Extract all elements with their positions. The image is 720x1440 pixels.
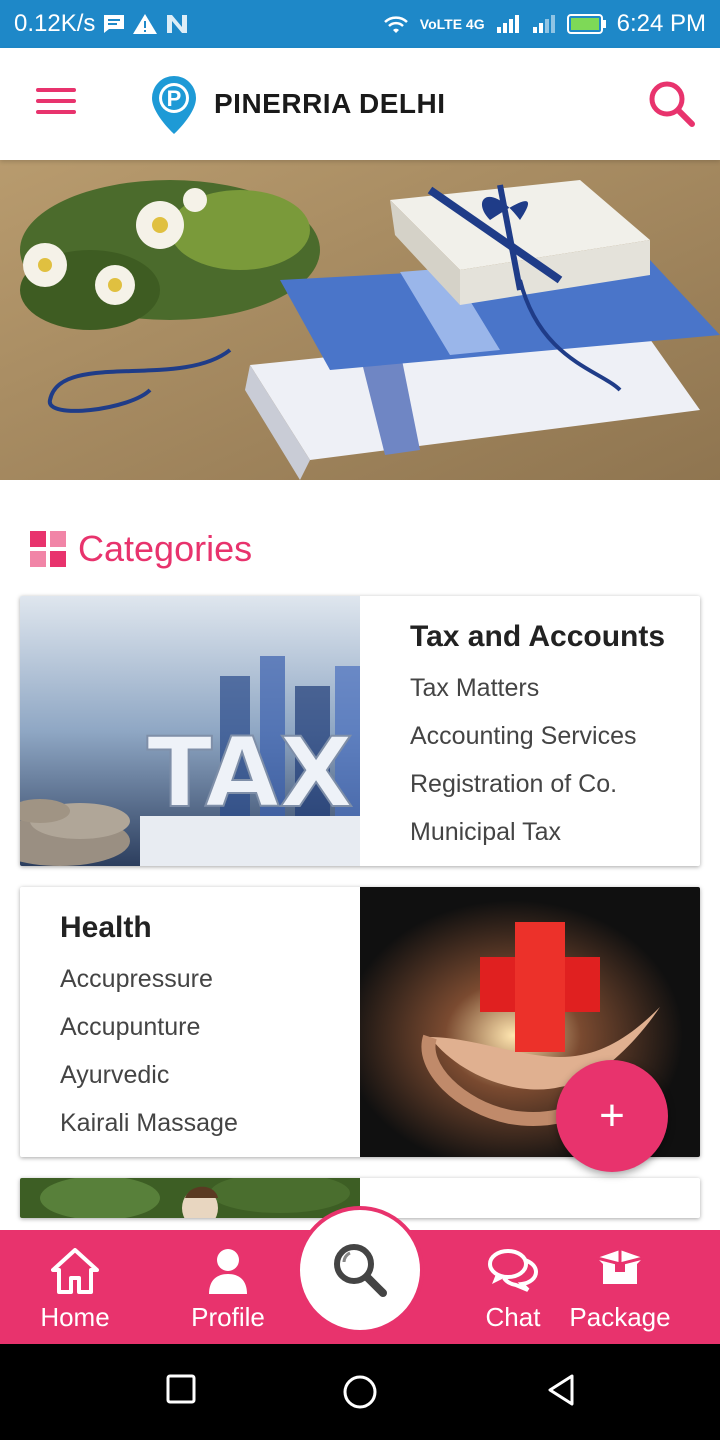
- subcategory-link[interactable]: Accupressure: [60, 955, 360, 1003]
- subcategory-link[interactable]: Ayurvedic: [60, 1051, 360, 1099]
- subcategory-link[interactable]: Municipal Tax: [410, 808, 700, 856]
- promo-banner[interactable]: [0, 160, 720, 480]
- tax-image: TAX: [20, 596, 360, 866]
- subcategory-link[interactable]: Kairali Massage: [60, 1099, 360, 1147]
- message-icon: [103, 14, 125, 34]
- home-circle-icon[interactable]: [342, 1374, 378, 1415]
- network-type-label: VoLTE 4G: [419, 16, 485, 32]
- home-icon: [51, 1248, 99, 1299]
- back-icon[interactable]: [546, 1374, 576, 1411]
- card-title: Tax and Accounts: [410, 620, 666, 653]
- system-navigation-bar: [0, 1344, 720, 1440]
- nav-package-label: Package: [569, 1302, 671, 1332]
- network-speed: 0.12K/s: [14, 10, 96, 37]
- status-bar: 0.12K/s VoLTE 4G 6:24 PM: [0, 0, 720, 48]
- nav-chat[interactable]: Chat: [468, 1230, 558, 1344]
- nav-profile-label: Profile: [191, 1302, 265, 1332]
- signal-icon-2: [531, 13, 557, 35]
- grid-icon: [30, 531, 66, 567]
- category-card-tax[interactable]: TAX Tax and Accounts Tax Matters Account…: [20, 596, 700, 866]
- wifi-icon: [382, 13, 410, 35]
- n-notification-icon: [165, 13, 189, 35]
- battery-icon: [566, 13, 607, 35]
- center-search-button[interactable]: [296, 1206, 424, 1334]
- nav-chat-label: Chat: [485, 1302, 541, 1332]
- hamburger-menu-icon: [36, 88, 76, 92]
- nav-package[interactable]: Package: [560, 1230, 680, 1344]
- package-icon: [595, 1248, 645, 1293]
- recents-icon[interactable]: [166, 1374, 196, 1409]
- subcategory-link[interactable]: Registration of Co.: [410, 760, 700, 808]
- gift-boxes-image: [0, 160, 720, 480]
- subcategory-link[interactable]: Tax Matters: [410, 664, 700, 712]
- categories-title: Categories: [78, 528, 253, 569]
- categories-heading: Categories: [30, 528, 252, 570]
- card-title: Health: [60, 911, 152, 944]
- warning-icon: [133, 14, 158, 34]
- app-logo: P: [148, 74, 200, 141]
- search-button[interactable]: [646, 78, 698, 130]
- add-fab-button[interactable]: +: [556, 1060, 668, 1172]
- subcategory-link[interactable]: Accounting Services: [410, 712, 700, 760]
- chat-icon: [488, 1248, 539, 1297]
- nav-profile[interactable]: Profile: [173, 1230, 283, 1344]
- tax-image-text: TAX: [147, 717, 353, 829]
- partial-card-image: [20, 1178, 360, 1218]
- menu-button[interactable]: [36, 88, 76, 118]
- logo-letter: P: [167, 86, 182, 111]
- search-icon: [334, 1244, 387, 1297]
- profile-icon: [207, 1248, 249, 1301]
- signal-icon: [495, 13, 521, 35]
- app-bar: P PINERRIA DELHI: [0, 48, 720, 160]
- search-icon: [649, 81, 695, 127]
- nav-home-label: Home: [40, 1302, 110, 1332]
- clock: 6:24 PM: [616, 10, 706, 37]
- app-title: PINERRIA DELHI: [214, 88, 446, 119]
- nav-home[interactable]: Home: [20, 1230, 130, 1344]
- subcategory-link[interactable]: Accupunture: [60, 1003, 360, 1051]
- plus-icon: +: [599, 1091, 625, 1140]
